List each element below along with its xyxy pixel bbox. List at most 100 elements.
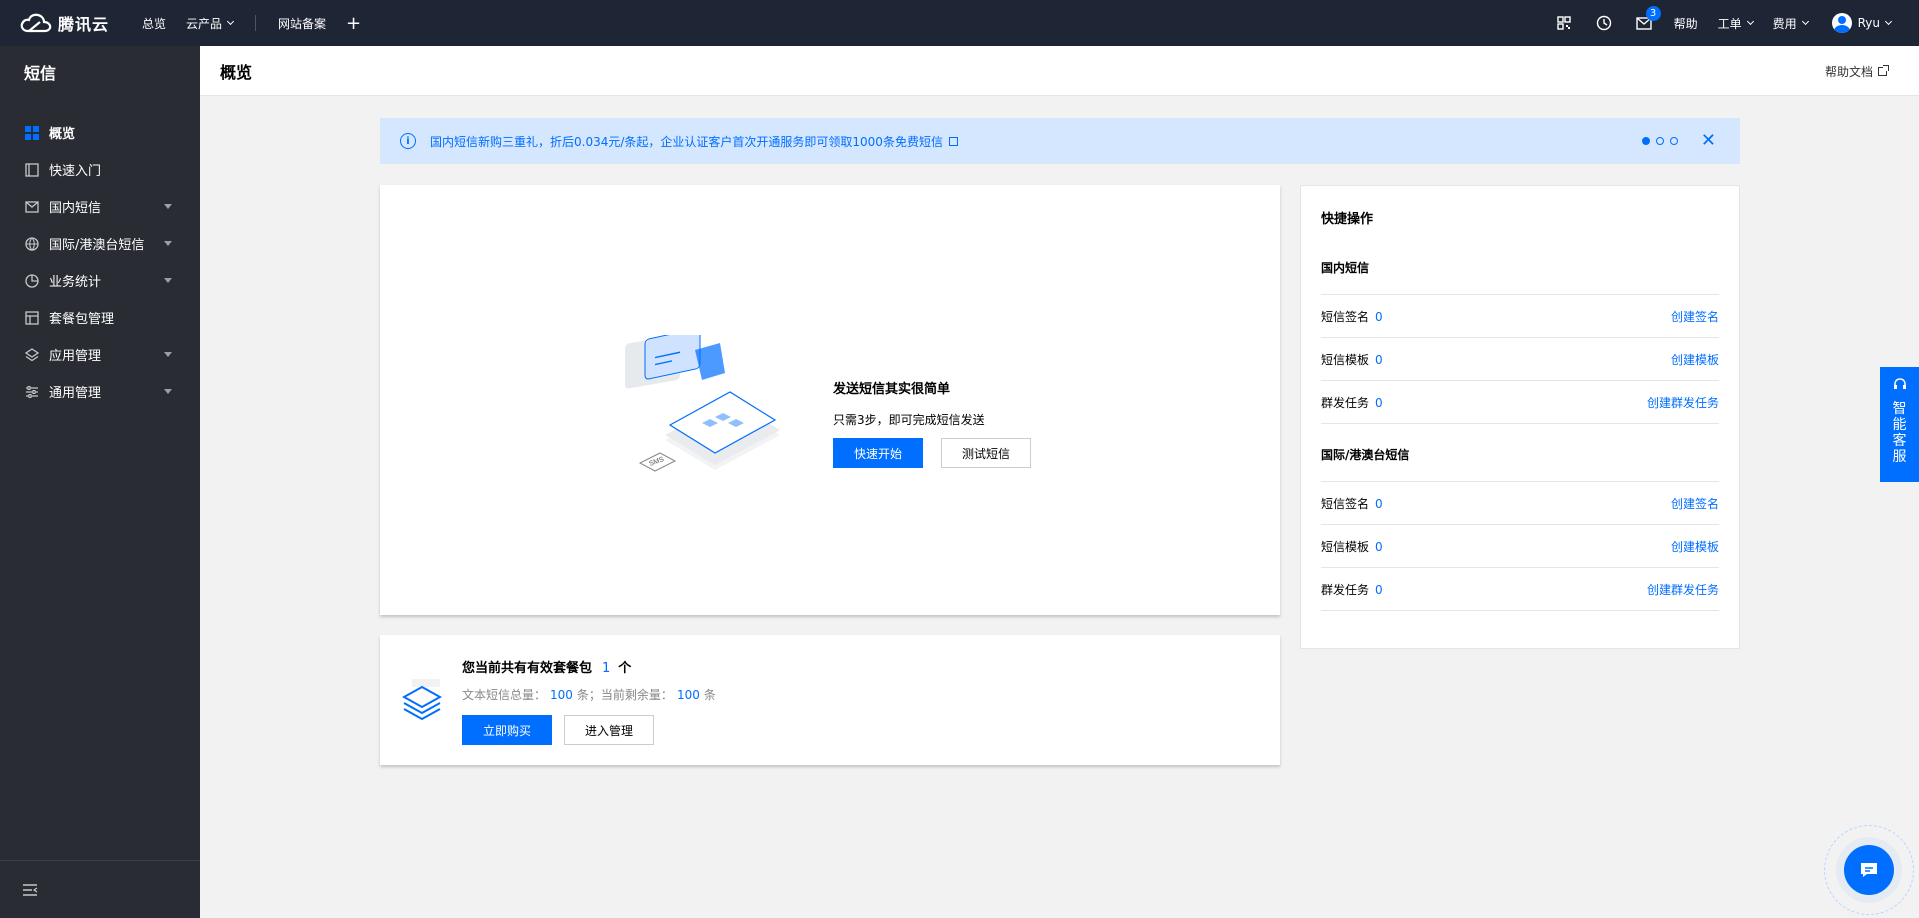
create-signature-link[interactable]: 创建签名 [1671, 495, 1719, 512]
sidebar-item-label: 通用管理 [49, 386, 102, 401]
chevron-down-icon [1746, 17, 1754, 26]
package-card: 您当前共有有效套餐包 1 个 文本短信总量： 100 条；当前剩余量： 100 条 立即购买… [380, 635, 1280, 765]
test-sms-button[interactable]: 测试短信 [941, 438, 1031, 468]
sidebar-item-statistics[interactable]: 业务统计 [0, 262, 200, 299]
manage-button[interactable]: 进入管理 [564, 715, 654, 745]
help-doc-link[interactable]: 帮助文档 [1824, 63, 1889, 80]
service-char: 客 [1892, 433, 1907, 449]
sidebar-title: 短信 [24, 64, 57, 83]
help-doc-label: 帮助文档 [1824, 65, 1873, 79]
caret-down-icon [164, 389, 172, 394]
row-count[interactable]: 0 [1375, 497, 1383, 511]
sidebar-item-label: 国际/港澳台短信 [49, 238, 145, 253]
sidebar-item-label: 快速入门 [49, 164, 102, 179]
create-bulk-task-link[interactable]: 创建群发任务 [1647, 394, 1719, 411]
top-navbar: 腾讯云 总览 云产品 网站备案 + 3 帮助 工单 费用 Ryu [0, 0, 1919, 46]
sidebar: 短信 概览 快速入门 国内短信 国际/港澳台短信 业务统计 套餐包管理 应用管理… [0, 46, 200, 918]
smart-service-button[interactable]: 智 能 客 服 [1880, 367, 1919, 482]
nav-icp[interactable]: 网站备案 [268, 0, 336, 46]
carousel-dot[interactable] [1670, 137, 1678, 145]
caret-down-icon [164, 352, 172, 357]
info-icon: i [400, 133, 416, 149]
package-title-suffix: 个 [618, 661, 632, 676]
close-icon[interactable]: ✕ [1701, 130, 1716, 151]
billing-label: 费用 [1772, 16, 1797, 31]
row-label: 群发任务 [1321, 582, 1370, 597]
sidebar-collapse-button[interactable] [0, 860, 200, 918]
intro-title: 发送短信其实很简单 [833, 382, 951, 397]
intl-list: 短信签名 0 创建签名 短信模板 0 创建模板 群发任务 0 创建群发任务 [1321, 481, 1719, 611]
nav-products[interactable]: 云产品 [176, 0, 243, 46]
logo[interactable]: 腾讯云 [0, 11, 132, 35]
carousel-dot[interactable] [1642, 137, 1650, 145]
sidebar-item-apps[interactable]: 应用管理 [0, 336, 200, 373]
sidebar-item-label: 应用管理 [49, 349, 102, 364]
sidebar-item-label: 概览 [49, 127, 76, 142]
sidebar-item-packages[interactable]: 套餐包管理 [0, 299, 200, 336]
nav-overview-label: 总览 [142, 16, 167, 31]
user-menu[interactable]: Ryu [1818, 13, 1893, 33]
external-link-icon[interactable] [948, 136, 958, 146]
sidebar-item-quickstart[interactable]: 快速入门 [0, 151, 200, 188]
list-item: 短信签名 0 创建签名 [1321, 482, 1719, 525]
ticket-menu[interactable]: 工单 [1708, 15, 1763, 32]
list-item: 短信模板 0 创建模板 [1321, 338, 1719, 381]
mail-icon [24, 199, 39, 214]
clock-icon[interactable] [1584, 0, 1624, 46]
list-item: 群发任务 0 创建群发任务 [1321, 568, 1719, 611]
domestic-section-title: 国内短信 [1321, 261, 1370, 275]
sidebar-item-general[interactable]: 通用管理 [0, 373, 200, 410]
nav-icp-label: 网站备案 [278, 16, 327, 31]
sidebar-item-domestic-sms[interactable]: 国内短信 [0, 188, 200, 225]
service-char: 服 [1892, 449, 1907, 465]
create-signature-link[interactable]: 创建签名 [1671, 308, 1719, 325]
avatar [1831, 13, 1852, 33]
help-link[interactable]: 帮助 [1664, 15, 1708, 32]
top-right-tools: 3 帮助 工单 费用 Ryu [1544, 0, 1919, 46]
sidebar-item-overview[interactable]: 概览 [0, 114, 200, 151]
ticket-label: 工单 [1717, 16, 1742, 31]
add-shortcut-button[interactable]: + [336, 0, 371, 46]
caret-down-icon [164, 241, 172, 246]
sidebar-item-intl-sms[interactable]: 国际/港澳台短信 [0, 225, 200, 262]
chat-icon [1861, 863, 1877, 877]
row-count[interactable]: 0 [1375, 540, 1383, 554]
notice-text[interactable]: 国内短信新购三重礼，折后0.034元/条起，企业认证客户首次开通服务即可领取10… [430, 133, 943, 150]
sms-illustration: SMS [625, 335, 780, 472]
user-name: Ryu [1857, 16, 1880, 30]
sidebar-item-label: 套餐包管理 [49, 312, 115, 327]
row-label: 群发任务 [1321, 395, 1370, 410]
list-item: 群发任务 0 创建群发任务 [1321, 381, 1719, 424]
row-count[interactable]: 0 [1375, 310, 1383, 324]
chat-button[interactable] [1844, 845, 1894, 895]
pie-chart-icon [24, 273, 39, 288]
external-link-icon [1878, 65, 1889, 76]
qrcode-icon[interactable] [1544, 0, 1584, 46]
quick-start-button[interactable]: 快速开始 [833, 438, 923, 468]
create-template-link[interactable]: 创建模板 [1671, 351, 1719, 368]
top-nav: 总览 云产品 网站备案 + [132, 0, 371, 46]
buy-now-button[interactable]: 立即购买 [462, 715, 552, 745]
collapse-menu-icon [23, 883, 38, 896]
globe-icon [24, 236, 39, 251]
create-bulk-task-link[interactable]: 创建群发任务 [1647, 581, 1719, 598]
unit-label: 条 [703, 688, 716, 702]
total-value: 100 [550, 688, 573, 702]
nav-overview[interactable]: 总览 [132, 0, 176, 46]
row-count[interactable]: 0 [1375, 583, 1383, 597]
carousel-dot[interactable] [1656, 137, 1664, 145]
book-icon [24, 162, 39, 177]
mail-button[interactable]: 3 [1624, 0, 1664, 46]
carousel-dots [1642, 137, 1678, 145]
notice-banner: i 国内短信新购三重礼，折后0.034元/条起，企业认证客户首次开通服务即可领取… [380, 118, 1740, 164]
intl-section-title: 国际/港澳台短信 [1321, 448, 1410, 462]
row-count[interactable]: 0 [1375, 396, 1383, 410]
row-count[interactable]: 0 [1375, 353, 1383, 367]
create-template-link[interactable]: 创建模板 [1671, 538, 1719, 555]
caret-down-icon [164, 204, 172, 209]
list-item: 短信模板 0 创建模板 [1321, 525, 1719, 568]
billing-menu[interactable]: 费用 [1763, 15, 1818, 32]
page-header: 概览 帮助文档 [200, 46, 1919, 96]
domestic-list: 短信签名 0 创建签名 短信模板 0 创建模板 群发任务 0 创建群发任务 [1321, 294, 1719, 424]
package-count: 1 [602, 661, 611, 676]
